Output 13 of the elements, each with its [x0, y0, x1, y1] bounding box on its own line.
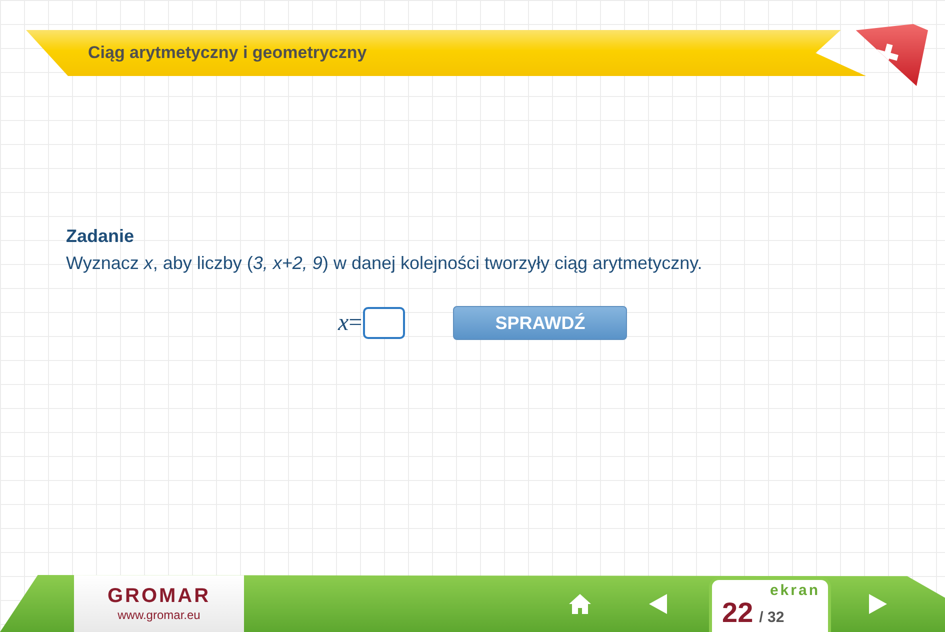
lesson-title: Ciąg arytmetyczny i geometryczny [88, 43, 367, 63]
task-text: Wyznacz x, aby liczby (3, x+2, 9) w danej kolejności tworzyły ciąg arytmetyczny. [66, 253, 704, 274]
screen-label: ekran [770, 582, 820, 599]
website-link[interactable]: www.gromar.eu [118, 608, 200, 622]
left-arrow-icon [648, 592, 668, 614]
right-arrow-icon [868, 592, 888, 614]
task-heading: Zadanie [66, 226, 136, 247]
home-icon [568, 592, 592, 614]
answer-label: x= [338, 310, 362, 336]
answer-field[interactable] [363, 307, 406, 339]
logo-text: GROMAR [107, 585, 211, 608]
current-screen: 22 [722, 599, 754, 627]
total-screens: / 32 [759, 609, 784, 626]
